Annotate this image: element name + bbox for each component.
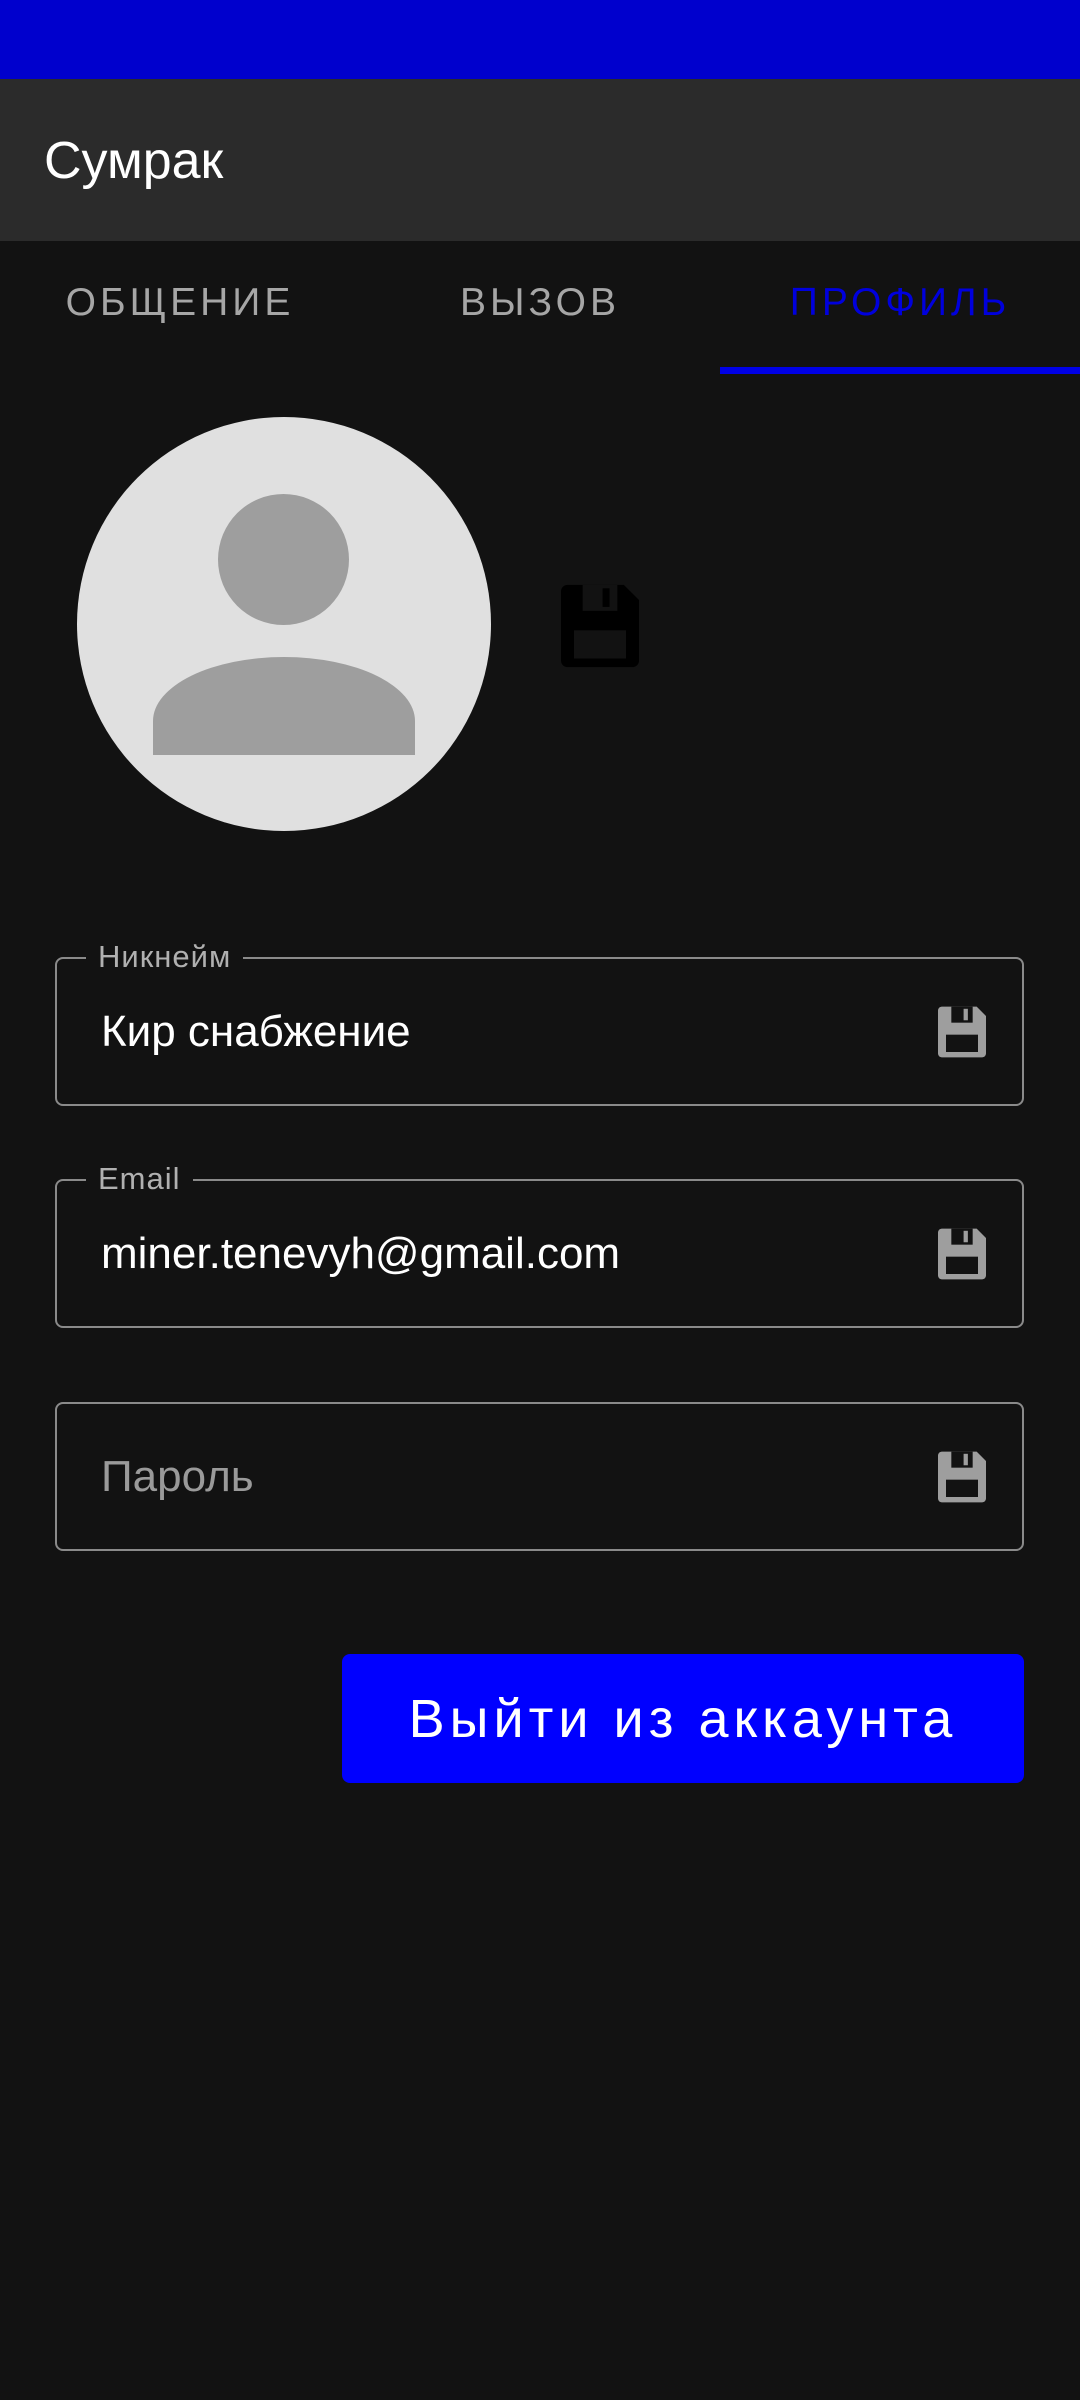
person-placeholder-body [153,657,415,755]
tab-chat[interactable]: ОБЩЕНИЕ [0,241,360,374]
password-save-floppy-disk-icon[interactable] [930,1445,994,1509]
nickname-save-floppy-disk-icon[interactable] [930,1000,994,1064]
app-bar: Сумрак [0,79,1080,241]
email-save-floppy-disk-icon[interactable] [930,1222,994,1286]
password-placeholder[interactable]: Пароль [101,1404,254,1549]
tab-bar: ОБЩЕНИЕ ВЫЗОВ ПРОФИЛЬ [0,241,1080,374]
tab-profile[interactable]: ПРОФИЛЬ [720,241,1080,374]
avatar[interactable] [77,417,491,831]
tab-call[interactable]: ВЫЗОВ [360,241,720,374]
email-value[interactable]: miner.tenevyh@gmail.com [101,1181,620,1326]
app-title: Сумрак [44,132,224,190]
nickname-field[interactable]: Никнейм Кир снабжение [55,939,1024,1106]
logout-button[interactable]: Выйти из аккаунта [342,1654,1024,1783]
avatar-save-floppy-disk-icon[interactable] [548,574,652,678]
password-field[interactable]: Пароль [55,1402,1024,1551]
active-tab-indicator [720,367,1080,374]
nickname-value[interactable]: Кир снабжение [101,959,411,1104]
person-placeholder-icon [218,494,349,625]
status-bar [0,0,1080,79]
email-field[interactable]: Email miner.tenevyh@gmail.com [55,1161,1024,1328]
